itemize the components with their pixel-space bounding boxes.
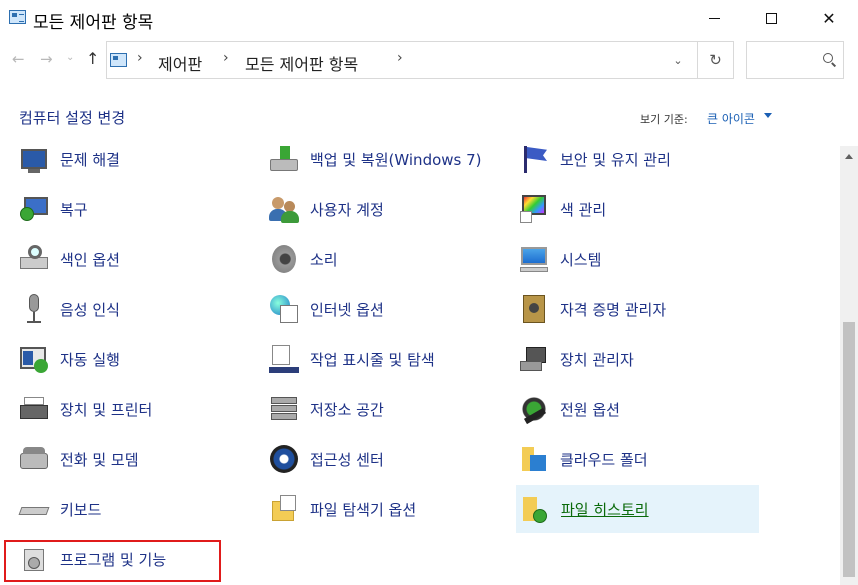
refresh-button[interactable]: ↻	[697, 42, 733, 78]
item-keyboard[interactable]: 키보드	[18, 489, 238, 529]
control-panel-icon	[110, 53, 127, 67]
file-explorer-options-icon	[268, 493, 300, 525]
taskbar-navigation-icon	[268, 343, 300, 375]
microphone-icon	[18, 293, 50, 325]
scroll-up-arrow-icon[interactable]	[845, 154, 853, 159]
storage-spaces-icon	[268, 393, 300, 425]
breadcrumb-control-panel[interactable]: 제어판	[158, 51, 202, 75]
item-credential-manager[interactable]: 자격 증명 관리자	[518, 289, 758, 329]
color-management-icon	[518, 193, 550, 225]
breadcrumb-all-items[interactable]: 모든 제어판 항목	[245, 51, 358, 75]
item-internet-options[interactable]: 인터넷 옵션	[268, 289, 508, 329]
item-recovery[interactable]: 복구	[18, 189, 238, 229]
recovery-icon	[18, 193, 50, 225]
address-bar[interactable]: › 제어판 › 모든 제어판 항목 › ⌄ ↻	[106, 41, 734, 79]
power-options-icon	[518, 393, 550, 425]
window-title: 모든 제어판 항목	[33, 13, 154, 33]
control-panel-icon	[9, 10, 26, 24]
maximize-icon	[765, 12, 777, 24]
close-button[interactable]: ✕	[800, 0, 858, 36]
system-monitor-icon	[518, 243, 550, 275]
item-autoplay[interactable]: 자동 실행	[18, 339, 238, 379]
item-phone-modem[interactable]: 전화 및 모뎀	[18, 439, 238, 479]
close-icon: ✕	[822, 8, 836, 28]
vertical-scrollbar[interactable]	[840, 146, 858, 585]
item-ease-of-access[interactable]: 접근성 센터	[268, 439, 508, 479]
phone-modem-icon	[18, 443, 50, 475]
item-user-accounts[interactable]: 사용자 계정	[268, 189, 508, 229]
recent-locations-button[interactable]: ⌄	[66, 52, 74, 63]
keyboard-icon	[18, 493, 50, 525]
security-maintenance-flag-icon	[518, 146, 550, 175]
item-security-maintenance[interactable]: 보안 및 유지 관리	[518, 146, 758, 179]
page-heading: 컴퓨터 설정 변경	[19, 109, 126, 127]
item-troubleshooting[interactable]: 문제 해결	[18, 146, 238, 179]
breadcrumb-separator[interactable]: ›	[137, 50, 143, 66]
item-storage-spaces[interactable]: 저장소 공간	[268, 389, 508, 429]
item-color-management[interactable]: 색 관리	[518, 189, 758, 229]
autoplay-icon	[18, 343, 50, 375]
backup-restore-icon	[268, 146, 300, 175]
up-button[interactable]: ↑	[86, 49, 99, 68]
troubleshooting-icon	[18, 146, 50, 175]
view-by-dropdown[interactable]: 큰 아이콘	[707, 110, 755, 127]
breadcrumb-separator[interactable]: ›	[397, 50, 403, 66]
minimize-button[interactable]	[685, 0, 743, 36]
breadcrumb-separator[interactable]: ›	[223, 50, 229, 66]
user-accounts-icon	[268, 193, 300, 225]
indexing-options-icon	[18, 243, 50, 275]
back-button[interactable]: ←	[12, 50, 25, 68]
item-devices-printers[interactable]: 장치 및 프린터	[18, 389, 238, 429]
item-sound[interactable]: 소리	[268, 239, 508, 279]
title-bar: 모든 제어판 항목 ✕	[0, 0, 858, 36]
item-system[interactable]: 시스템	[518, 239, 758, 279]
search-box[interactable]	[746, 41, 844, 79]
scrollbar-thumb[interactable]	[843, 322, 855, 577]
highlight-box	[4, 540, 221, 582]
minimize-icon	[708, 17, 720, 19]
item-speech-recognition[interactable]: 음성 인식	[18, 289, 238, 329]
item-indexing-options[interactable]: 색인 옵션	[18, 239, 238, 279]
speaker-icon	[268, 243, 300, 275]
file-history-icon	[519, 493, 551, 525]
view-by-label: 보기 기준:	[640, 113, 688, 126]
item-file-history[interactable]: 파일 히스토리	[516, 485, 759, 533]
search-icon[interactable]	[823, 53, 833, 63]
item-device-manager[interactable]: 장치 관리자	[518, 339, 758, 379]
cloud-folder-icon	[518, 443, 550, 475]
forward-button[interactable]: →	[40, 50, 53, 68]
item-taskbar-navigation[interactable]: 작업 표시줄 및 탐색	[268, 339, 508, 379]
credential-manager-icon	[518, 293, 550, 325]
search-input[interactable]	[751, 50, 819, 70]
item-power-options[interactable]: 전원 옵션	[518, 389, 758, 429]
device-manager-icon	[518, 343, 550, 375]
internet-options-icon	[268, 293, 300, 325]
devices-printers-icon	[18, 393, 50, 425]
item-file-explorer-options[interactable]: 파일 탐색기 옵션	[268, 489, 508, 529]
address-dropdown-button[interactable]: ⌄	[660, 42, 696, 78]
maximize-button[interactable]	[742, 0, 800, 36]
items-grid: 문제 해결 백업 및 복원(Windows 7) 보안 및 유지 관리 복구 사…	[0, 146, 840, 585]
item-backup-restore[interactable]: 백업 및 복원(Windows 7)	[268, 146, 508, 179]
ease-of-access-icon	[268, 443, 300, 475]
caret-down-icon[interactable]	[764, 113, 772, 118]
item-cloud-folder[interactable]: 클라우드 폴더	[518, 439, 758, 479]
